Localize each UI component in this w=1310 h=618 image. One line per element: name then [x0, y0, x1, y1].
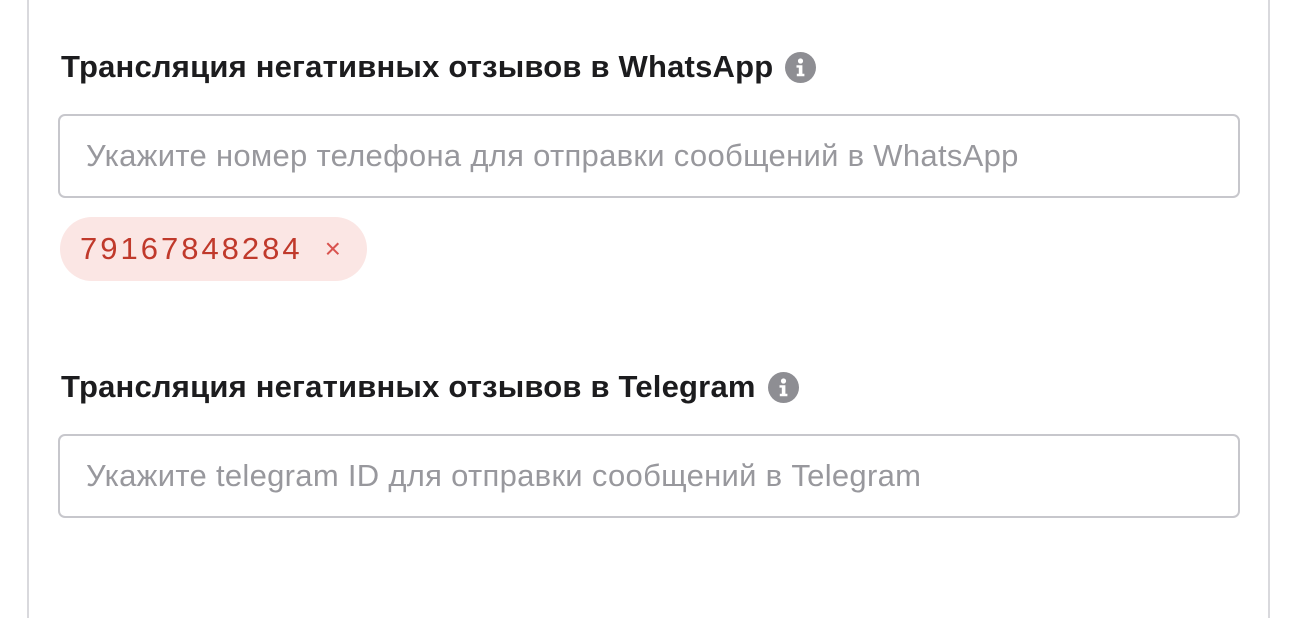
telegram-id-input-box[interactable]	[58, 434, 1240, 518]
phone-tag-value: 79167848284	[80, 231, 303, 266]
phone-tag: 79167848284 ×	[60, 217, 368, 281]
whatsapp-phone-input[interactable]	[84, 137, 1214, 175]
telegram-label-row: Трансляция негативных отзывов в Telegram	[58, 364, 1240, 410]
whatsapp-section: Трансляция негативных отзывов в WhatsApp…	[58, 44, 1240, 281]
telegram-id-input[interactable]	[84, 457, 1214, 495]
remove-tag-icon[interactable]: ×	[325, 235, 341, 263]
whatsapp-phone-input-box[interactable]	[58, 114, 1240, 198]
whatsapp-label-row: Трансляция негативных отзывов в WhatsApp	[58, 44, 1240, 90]
whatsapp-label: Трансляция негативных отзывов в WhatsApp	[61, 49, 774, 84]
telegram-label: Трансляция негативных отзывов в Telegram	[61, 369, 756, 404]
info-icon[interactable]	[785, 51, 817, 83]
telegram-section: Трансляция негативных отзывов в Telegram	[58, 364, 1240, 518]
info-icon[interactable]	[767, 371, 799, 403]
